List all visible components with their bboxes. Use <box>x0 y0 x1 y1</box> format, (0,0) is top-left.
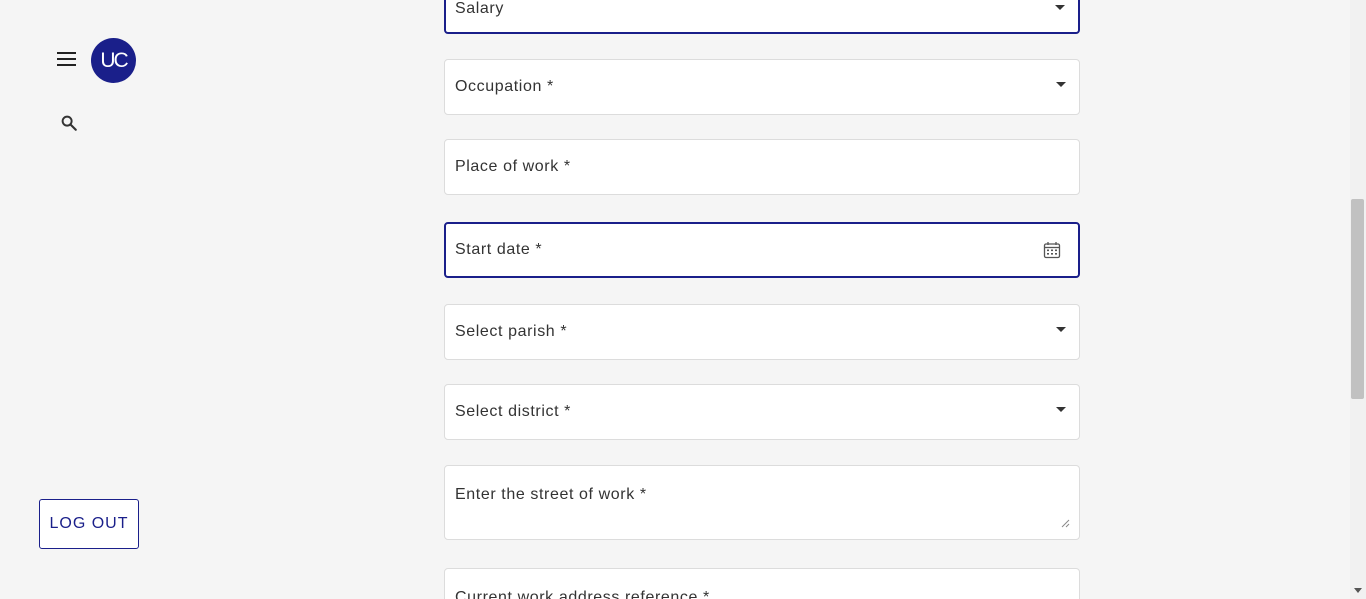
scroll-down-arrow-icon[interactable] <box>1354 588 1362 593</box>
logout-button[interactable]: LOG OUT <box>39 499 139 549</box>
parish-select-label: Select parish * <box>455 323 568 340</box>
occupation-select[interactable]: Occupation * <box>444 59 1080 115</box>
salary-select-label: Salary <box>455 0 504 17</box>
occupation-select-label: Occupation * <box>455 78 554 95</box>
scrollbar-thumb[interactable] <box>1351 199 1364 399</box>
work-address-reference-input[interactable]: Current work address reference * <box>444 568 1080 599</box>
search-icon[interactable] <box>60 114 78 132</box>
place-of-work-input[interactable]: Place of work * <box>444 139 1080 195</box>
resize-handle-icon[interactable] <box>1061 519 1070 528</box>
chevron-down-icon <box>1055 5 1065 10</box>
start-date-input[interactable]: Start date * <box>444 222 1080 278</box>
salary-select[interactable]: Salary <box>444 0 1080 34</box>
district-select-label: Select district * <box>455 403 572 420</box>
chevron-down-icon <box>1056 407 1066 412</box>
avatar[interactable]: UC <box>91 38 136 83</box>
calendar-icon[interactable] <box>1043 241 1061 259</box>
street-of-work-label: Enter the street of work * <box>455 486 647 503</box>
street-of-work-textarea[interactable]: Enter the street of work * <box>444 465 1080 540</box>
chevron-down-icon <box>1056 327 1066 332</box>
start-date-label: Start date * <box>455 241 543 258</box>
chevron-down-icon <box>1056 82 1066 87</box>
place-of-work-label: Place of work * <box>455 158 571 175</box>
work-address-reference-label: Current work address reference * <box>455 589 710 599</box>
district-select[interactable]: Select district * <box>444 384 1080 440</box>
parish-select[interactable]: Select parish * <box>444 304 1080 360</box>
hamburger-menu-icon[interactable] <box>57 52 76 66</box>
sidebar: UC LOG OUT <box>0 0 178 599</box>
